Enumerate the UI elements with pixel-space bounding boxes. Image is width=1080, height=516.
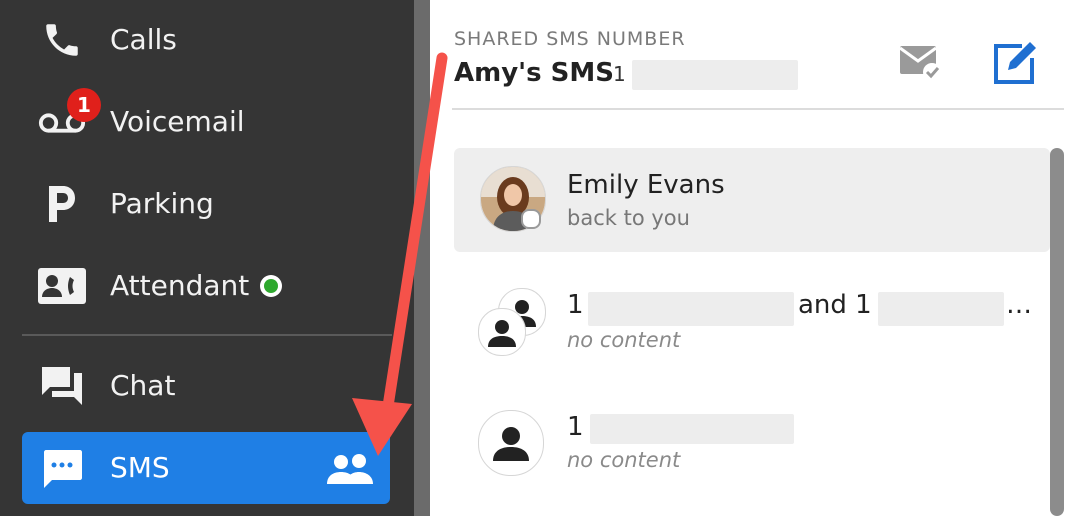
redacted-number	[878, 292, 1004, 326]
sms-icon	[40, 446, 84, 490]
conversation-title-ellipsis: …	[1006, 290, 1032, 320]
attendant-icon	[37, 261, 87, 311]
conversation-title: Emily Evans	[567, 170, 725, 200]
person-icon	[478, 410, 544, 476]
presence-indicator	[521, 209, 541, 229]
sidebar-item-label: SMS	[110, 451, 170, 484]
header-number: 1	[613, 62, 626, 86]
redacted-number	[590, 414, 794, 444]
parking-icon	[37, 179, 87, 229]
envelope-check-icon	[899, 46, 941, 81]
page-title: Amy's SMS	[454, 58, 614, 88]
conversation-item[interactable]: 1 and 1 … no content	[454, 256, 1050, 360]
header-caption: SHARED SMS NUMBER	[454, 28, 686, 50]
conversation-list-scrollbar[interactable]	[1050, 148, 1064, 516]
header-divider	[452, 108, 1064, 110]
sidebar-item-label: Parking	[110, 187, 214, 220]
chat-icon	[37, 361, 87, 411]
sidebar-item-label: Calls	[110, 23, 177, 56]
sidebar-item-voicemail[interactable]: Voicemail	[0, 82, 414, 162]
redacted-number	[632, 60, 798, 90]
conversation-title-prefix: 1	[567, 290, 584, 320]
conversation-item[interactable]: 1 no content	[454, 378, 1050, 482]
phone-icon	[37, 15, 87, 65]
sidebar-item-sms[interactable]: SMS	[22, 432, 390, 504]
online-status-indicator	[260, 275, 282, 297]
redacted-number	[588, 292, 794, 326]
panel-resize-handle[interactable]	[414, 0, 430, 516]
conversation-title-joiner: and 1	[798, 290, 872, 320]
group-icon	[326, 452, 374, 486]
sidebar-item-parking[interactable]: Parking	[0, 164, 414, 244]
sidebar-item-chat[interactable]: Chat	[0, 346, 414, 426]
conversation-preview: back to you	[567, 206, 690, 230]
compose-button[interactable]	[990, 38, 1040, 88]
conversation-title-prefix: 1	[567, 412, 584, 442]
sidebar-item-label: Chat	[110, 369, 176, 402]
sidebar-item-calls[interactable]: Calls	[0, 0, 414, 80]
mark-read-button[interactable]	[896, 40, 944, 84]
compose-icon	[994, 42, 1036, 84]
conversation-preview: no content	[567, 328, 681, 352]
sidebar-item-attendant[interactable]: Attendant	[0, 246, 414, 326]
conversation-item[interactable]: Emily Evans back to you	[454, 148, 1050, 252]
sidebar: Calls Voicemail 1 Parking Attendant Chat…	[0, 0, 414, 516]
sidebar-item-label: Voicemail	[110, 105, 245, 138]
sidebar-item-label: Attendant	[110, 269, 250, 302]
sidebar-divider	[22, 334, 392, 336]
voicemail-count-badge: 1	[67, 88, 101, 122]
conversation-preview: no content	[567, 448, 681, 472]
person-icon	[478, 308, 526, 356]
